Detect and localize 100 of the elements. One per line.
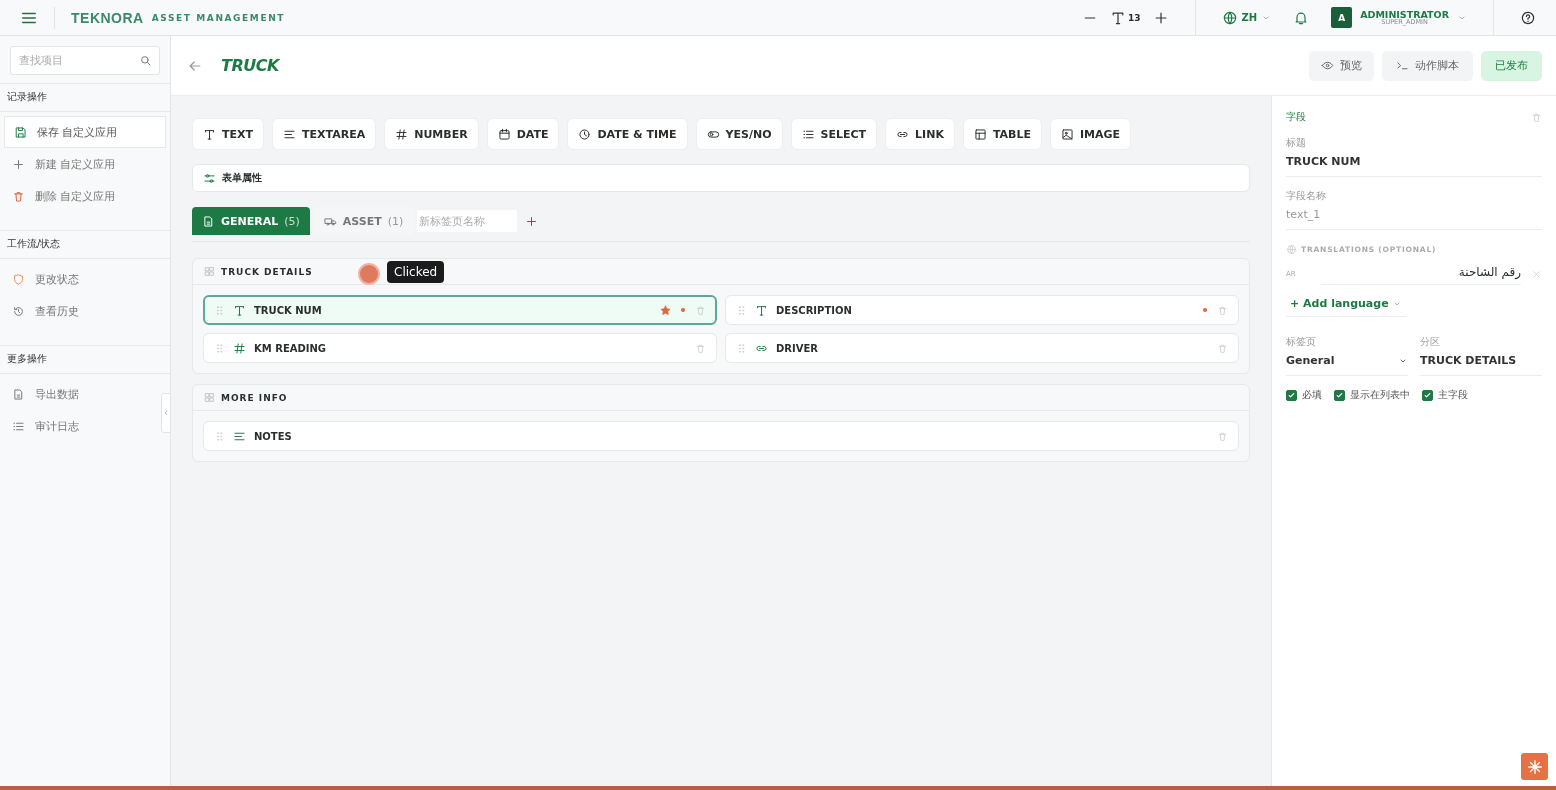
field-type-button[interactable]: SELECT bbox=[790, 118, 878, 150]
trash-icon[interactable] bbox=[1217, 430, 1228, 442]
script-button[interactable]: 动作脚本 bbox=[1382, 50, 1473, 81]
sidebar-item[interactable]: 导出数据 bbox=[0, 378, 91, 410]
trash-icon[interactable] bbox=[1531, 111, 1542, 123]
field-row[interactable]: DRIVER bbox=[725, 333, 1239, 363]
grid-icon bbox=[204, 266, 215, 277]
field-type-button[interactable]: TEXT bbox=[192, 118, 264, 150]
field-type-button[interactable]: DATE & TIME bbox=[567, 118, 688, 150]
sparkle-icon bbox=[1525, 757, 1544, 776]
sidebar-item[interactable]: 更改状态 bbox=[0, 263, 91, 295]
font-size-value: 13 bbox=[1128, 12, 1141, 23]
language-selector[interactable]: ZH bbox=[1221, 9, 1272, 26]
eye-icon bbox=[1321, 59, 1334, 72]
field-type-button[interactable]: NUMBER bbox=[384, 118, 479, 150]
trash-icon[interactable] bbox=[1217, 342, 1228, 354]
table-icon bbox=[973, 127, 987, 141]
drag-handle-icon bbox=[736, 304, 747, 316]
sidebar-item[interactable]: 保存 自定义应用 bbox=[4, 116, 166, 148]
checkbox[interactable] bbox=[1286, 389, 1297, 401]
checkmark-icon bbox=[1287, 390, 1296, 400]
translation-field[interactable]: رقم الشاحنة bbox=[1321, 263, 1521, 285]
sidebar-item[interactable]: 查看历史 bbox=[0, 295, 91, 327]
trash-icon[interactable] bbox=[695, 342, 706, 354]
field-row[interactable]: TRUCK NUM bbox=[203, 295, 717, 325]
text-type-icon bbox=[203, 127, 216, 141]
tab[interactable]: GENERAL (5) bbox=[192, 207, 310, 235]
document-icon bbox=[202, 214, 215, 228]
brand-logo: TEKNORA bbox=[71, 9, 144, 26]
trash-icon[interactable] bbox=[1217, 304, 1228, 316]
new-tab-field[interactable]: 新标签页名称 bbox=[417, 210, 518, 232]
trash-icon bbox=[12, 189, 25, 203]
field-label: DESCRIPTION bbox=[776, 304, 852, 316]
brand-subtitle: ASSET MANAGEMENT bbox=[151, 12, 285, 23]
hash-icon bbox=[395, 127, 409, 141]
text-field[interactable]: TRUCK NUM bbox=[1286, 155, 1542, 177]
click-marker bbox=[358, 263, 380, 285]
save-icon bbox=[14, 125, 27, 139]
sidebar-item[interactable]: 审计日志 bbox=[0, 410, 91, 442]
file-icon bbox=[12, 387, 25, 401]
terminal-icon bbox=[1396, 59, 1409, 72]
group-title: 工作流/状态 bbox=[0, 230, 170, 259]
sidebar-item[interactable]: 新建 自定义应用 bbox=[0, 148, 128, 180]
text-field[interactable]: TRUCK DETAILS bbox=[1420, 354, 1542, 376]
field-row[interactable]: KM READING bbox=[203, 333, 717, 363]
help-icon[interactable] bbox=[1520, 9, 1536, 26]
field-type-button[interactable]: TEXTAREA bbox=[272, 118, 377, 150]
plus-icon[interactable] bbox=[525, 214, 539, 228]
field-type-button[interactable]: IMAGE bbox=[1050, 118, 1132, 150]
add-language-link[interactable]: + Add language bbox=[1286, 293, 1406, 317]
globe-icon bbox=[1221, 9, 1238, 26]
shield-icon bbox=[12, 272, 25, 286]
clock-icon bbox=[578, 127, 592, 141]
checkmark-icon bbox=[1423, 390, 1432, 400]
user-name: ADMINISTRATOR bbox=[1360, 9, 1449, 19]
field-type-button[interactable]: DATE bbox=[486, 118, 560, 150]
page-title: TRUCK bbox=[221, 56, 279, 75]
tab-select[interactable]: General bbox=[1286, 354, 1408, 376]
checkmark-icon bbox=[1335, 390, 1344, 400]
preview-button[interactable]: 预览 bbox=[1309, 50, 1374, 81]
field-caption: 标题 bbox=[1286, 136, 1307, 150]
plus-icon bbox=[12, 157, 25, 171]
drag-handle-icon bbox=[214, 304, 225, 316]
text-type-icon bbox=[233, 303, 246, 317]
calendar-icon bbox=[497, 127, 511, 141]
group-title: 记录操作 bbox=[0, 83, 170, 112]
field-caption: 字段名称 bbox=[1286, 189, 1327, 203]
panel-title: 字段 bbox=[1286, 110, 1306, 124]
checkbox-label: 主字段 bbox=[1438, 388, 1468, 402]
published-button[interactable]: 已发布 bbox=[1481, 50, 1542, 81]
hash-icon bbox=[233, 341, 246, 355]
checkbox-label: 显示在列表中 bbox=[1350, 388, 1410, 402]
field-row[interactable]: NOTES bbox=[203, 421, 1239, 451]
sliders-icon bbox=[203, 171, 216, 185]
sparkle-button[interactable] bbox=[1521, 753, 1548, 780]
form-properties-bar[interactable]: 表单属性 bbox=[192, 164, 1250, 192]
tooltip: Clicked bbox=[387, 261, 445, 283]
group-title: 更多操作 bbox=[0, 345, 170, 374]
field-type-button[interactable]: TABLE bbox=[962, 118, 1043, 150]
sidebar-item[interactable]: 删除 自定义应用 bbox=[0, 180, 128, 212]
globe-icon bbox=[1286, 244, 1297, 255]
field-row[interactable]: DESCRIPTION bbox=[725, 295, 1239, 325]
field-caption: 分区 bbox=[1420, 335, 1441, 349]
checkbox[interactable] bbox=[1422, 389, 1433, 401]
drag-handle-icon bbox=[214, 342, 225, 354]
section-title: MORE INFO bbox=[221, 392, 288, 403]
drag-handle-icon bbox=[736, 342, 747, 354]
image-icon bbox=[1061, 127, 1075, 141]
field-type-button[interactable]: LINK bbox=[885, 118, 955, 150]
checkbox[interactable] bbox=[1334, 389, 1345, 401]
search-icon bbox=[139, 54, 152, 67]
close-icon[interactable] bbox=[1531, 268, 1542, 280]
search-field[interactable]: 查找项目 bbox=[10, 46, 160, 75]
field-label: KM READING bbox=[254, 342, 327, 354]
section-title: TRUCK DETAILS bbox=[221, 266, 313, 277]
text-type-icon bbox=[755, 303, 768, 317]
field-type-button[interactable]: YES/NO bbox=[695, 118, 783, 150]
avatar: A bbox=[1331, 7, 1353, 28]
checkbox-label: 必填 bbox=[1302, 388, 1322, 402]
field-label: TRUCK NUM bbox=[254, 304, 322, 316]
